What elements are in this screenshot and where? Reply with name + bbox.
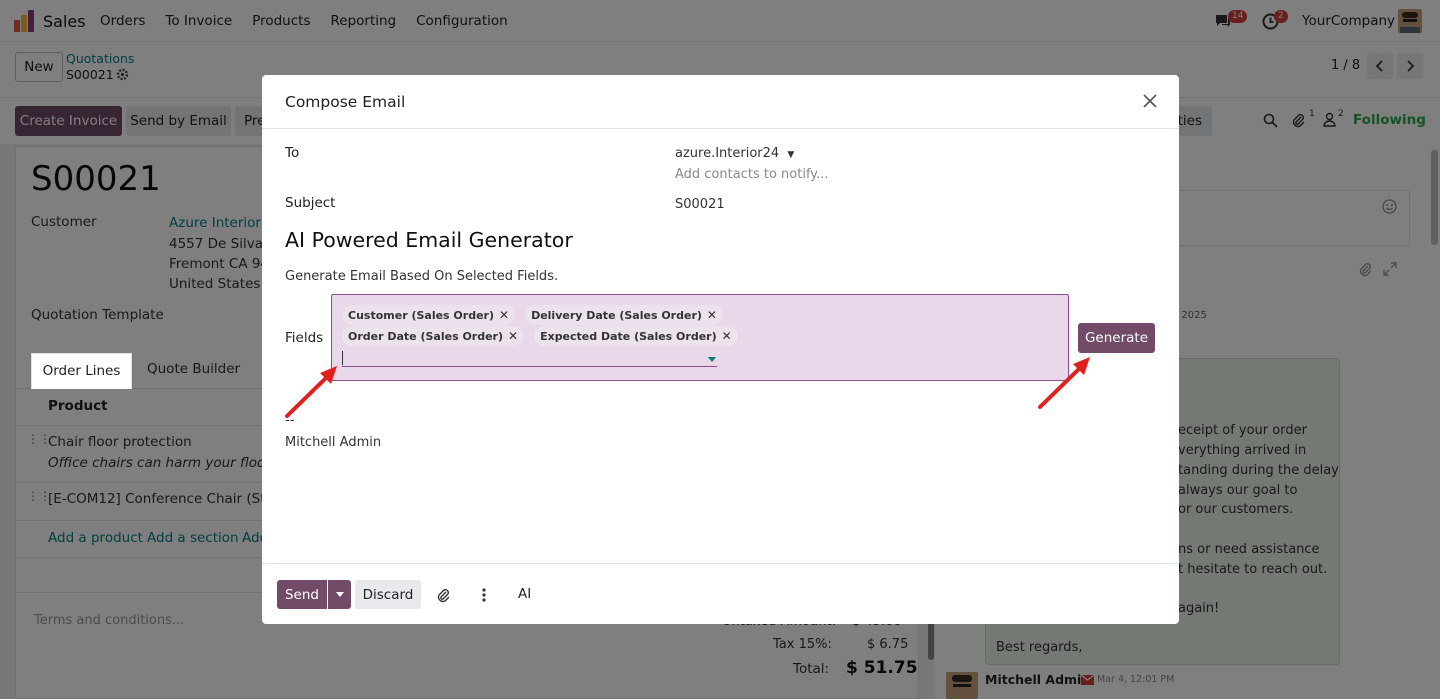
subject-input[interactable]: S00021 (675, 197, 725, 212)
dialog-header: Compose Email (262, 75, 1179, 129)
ai-generator-subtitle: Generate Email Based On Selected Fields. (285, 269, 559, 284)
fields-label: Fields (285, 330, 324, 346)
subject-label: Subject (285, 195, 336, 211)
remove-tag-icon[interactable]: ✕ (508, 329, 518, 343)
field-tag: Delivery Date (Sales Order) ✕ (525, 305, 723, 325)
field-tag-label: Customer (Sales Order) (348, 308, 494, 322)
caret-down-icon (335, 591, 344, 597)
remove-tag-icon[interactable]: ✕ (707, 308, 717, 322)
generate-button[interactable]: Generate (1078, 323, 1155, 353)
caret-down-icon[interactable]: ▼ (787, 150, 794, 160)
close-icon[interactable] (1141, 92, 1159, 110)
field-tag: Customer (Sales Order) ✕ (342, 305, 516, 325)
to-label: To (285, 145, 300, 161)
field-tag-label: Delivery Date (Sales Order) (531, 308, 702, 322)
dialog-title: Compose Email (285, 93, 406, 111)
signature-name: Mitchell Admin (285, 435, 382, 450)
signature-separator: -- (285, 413, 295, 428)
field-tag-label: Order Date (Sales Order) (348, 329, 504, 343)
send-options-button[interactable] (328, 580, 351, 609)
remove-tag-icon[interactable]: ✕ (499, 308, 509, 322)
discard-button[interactable]: Discard (355, 580, 421, 609)
ai-generator-heading: AI Powered Email Generator (285, 228, 573, 252)
remove-tag-icon[interactable]: ✕ (722, 329, 732, 343)
tab-order-lines[interactable]: Order Lines (31, 353, 132, 389)
paperclip-icon[interactable] (436, 587, 450, 603)
send-button[interactable]: Send (277, 580, 327, 609)
field-tag-label: Expected Date (Sales Order) (540, 329, 717, 343)
dialog-footer: Send Discard AI (262, 563, 1179, 624)
text-cursor (342, 351, 343, 365)
fields-many2many-input[interactable]: Customer (Sales Order) ✕ Delivery Date (Sa… (331, 294, 1069, 381)
field-tag: Expected Date (Sales Order) ✕ (534, 326, 738, 346)
ai-button[interactable]: AI (518, 586, 531, 602)
input-underline (342, 366, 717, 367)
add-contacts-input[interactable]: Add contacts to notify... (675, 167, 829, 182)
recipient-tag[interactable]: azure.Interior24 ▼ (675, 146, 794, 161)
more-options-icon[interactable] (482, 588, 486, 602)
compose-email-dialog: Compose Email To azure.Interior24 ▼ Add … (262, 75, 1179, 624)
recipient-name: azure.Interior24 (675, 146, 780, 161)
field-tag: Order Date (Sales Order) ✕ (342, 326, 525, 346)
dropdown-caret-icon[interactable] (708, 357, 716, 363)
